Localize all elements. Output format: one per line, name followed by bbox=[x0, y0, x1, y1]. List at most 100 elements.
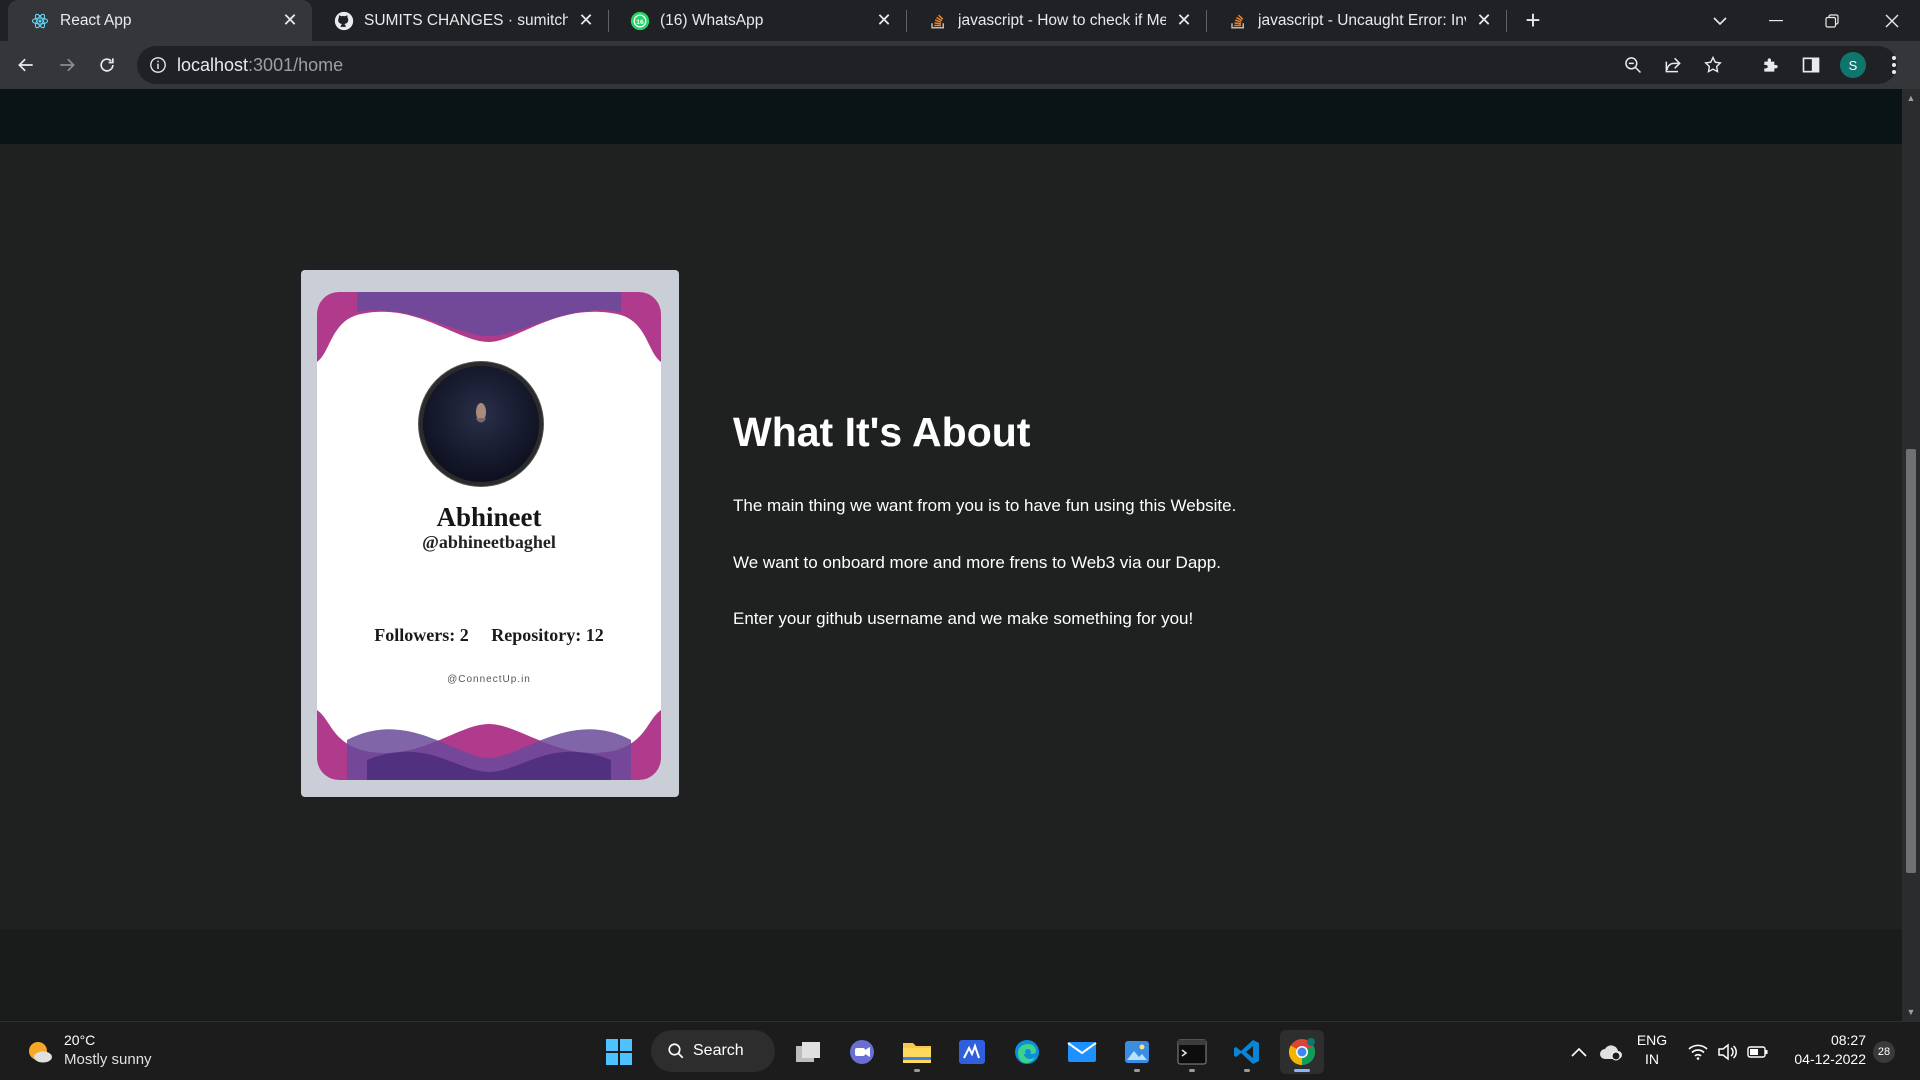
terminal-button[interactable] bbox=[1170, 1030, 1214, 1074]
running-indicator bbox=[1189, 1069, 1195, 1072]
close-tab-icon[interactable]: ✕ bbox=[1474, 10, 1494, 31]
wifi-icon bbox=[1688, 1044, 1708, 1060]
zoom-button[interactable] bbox=[1617, 49, 1649, 81]
about-paragraph: Enter your github username and we make s… bbox=[733, 609, 1194, 628]
edge-icon bbox=[1015, 1040, 1039, 1064]
github-icon bbox=[334, 11, 354, 31]
terminal-icon bbox=[1177, 1039, 1207, 1065]
profile-card-frame: Abhineet @abhineetbaghel Followers: 2 Re… bbox=[301, 270, 679, 797]
mail-icon bbox=[1067, 1042, 1097, 1062]
weather-sunny-icon bbox=[29, 1042, 52, 1063]
scroll-down-icon[interactable]: ▼ bbox=[1906, 1007, 1916, 1017]
share-button[interactable] bbox=[1657, 49, 1689, 81]
tab-title: javascript - How to check if Meta bbox=[958, 11, 1166, 29]
svg-text:16: 16 bbox=[636, 18, 644, 25]
extensions-button[interactable] bbox=[1755, 49, 1787, 81]
language-code: ENG bbox=[1636, 1032, 1668, 1048]
close-icon bbox=[1885, 14, 1899, 27]
close-tab-icon[interactable]: ✕ bbox=[874, 10, 894, 31]
page-scrollbar[interactable]: ▲ ▼ bbox=[1902, 89, 1920, 1021]
tab-search-button[interactable] bbox=[1692, 0, 1748, 41]
start-button[interactable] bbox=[597, 1030, 641, 1074]
tab-stackoverflow-meta[interactable]: javascript - How to check if Meta ✕ bbox=[906, 0, 1206, 41]
bookmark-button[interactable] bbox=[1697, 49, 1729, 81]
card-name: Abhineet bbox=[436, 502, 542, 532]
share-icon bbox=[1665, 57, 1681, 73]
file-explorer-button[interactable] bbox=[895, 1030, 939, 1074]
chrome-button[interactable] bbox=[1280, 1030, 1324, 1074]
edge-button[interactable] bbox=[1005, 1030, 1049, 1074]
close-tab-icon[interactable]: ✕ bbox=[1174, 10, 1194, 31]
about-title: What It's About bbox=[733, 409, 1031, 455]
tab-github[interactable]: SUMITS CHANGES · sumitchoudh ✕ bbox=[312, 0, 608, 41]
pen-app-icon bbox=[959, 1040, 985, 1064]
scroll-thumb[interactable] bbox=[1906, 449, 1916, 873]
tray-overflow-button[interactable] bbox=[1567, 1030, 1591, 1074]
tab-strip: React App ✕ SUMITS CHANGES · sumitchoudh… bbox=[0, 0, 1920, 41]
battery-button[interactable] bbox=[1745, 1030, 1771, 1074]
forward-button[interactable] bbox=[51, 49, 83, 81]
tab-title: React App bbox=[60, 11, 132, 29]
back-button[interactable] bbox=[10, 49, 42, 81]
close-window-button[interactable] bbox=[1864, 0, 1920, 41]
profile-avatar[interactable]: S bbox=[1840, 52, 1866, 78]
url-path: :3001/home bbox=[248, 55, 344, 75]
folder-icon bbox=[903, 1043, 931, 1063]
card-handle: @abhineetbaghel bbox=[422, 532, 556, 552]
weather-temp: 20°C bbox=[64, 1032, 96, 1048]
react-icon bbox=[30, 11, 50, 31]
side-panel-button[interactable] bbox=[1795, 49, 1827, 81]
menu-button[interactable] bbox=[1878, 49, 1910, 81]
chat-icon bbox=[850, 1040, 874, 1064]
running-indicator bbox=[1244, 1069, 1250, 1072]
battery-icon bbox=[1747, 1046, 1768, 1058]
running-indicator bbox=[914, 1069, 920, 1072]
taskbar-search-label: Search bbox=[693, 1042, 744, 1059]
web-page: Abhineet @abhineetbaghel Followers: 2 Re… bbox=[0, 89, 1902, 1021]
new-tab-button[interactable]: + bbox=[1520, 7, 1546, 34]
tab-title: javascript - Uncaught Error: Invar bbox=[1258, 11, 1466, 29]
tab-separator bbox=[1506, 10, 1507, 32]
search-icon bbox=[668, 1043, 684, 1059]
card-bottom-wave bbox=[317, 710, 661, 780]
task-view-icon bbox=[796, 1042, 820, 1062]
task-view-button[interactable] bbox=[786, 1030, 830, 1074]
taskbar-search[interactable]: Search bbox=[651, 1030, 775, 1072]
arrow-left-icon bbox=[18, 58, 33, 72]
running-indicator bbox=[1134, 1069, 1140, 1072]
restore-button[interactable] bbox=[1804, 0, 1860, 41]
volume-button[interactable] bbox=[1715, 1030, 1739, 1074]
vscode-button[interactable] bbox=[1225, 1030, 1269, 1074]
weather-desc: Mostly sunny bbox=[64, 1051, 152, 1068]
close-tab-icon[interactable]: ✕ bbox=[280, 10, 300, 31]
minimize-button[interactable] bbox=[1748, 0, 1804, 41]
tab-react-app[interactable]: React App ✕ bbox=[8, 0, 312, 41]
wifi-button[interactable] bbox=[1686, 1030, 1710, 1074]
page-footer-strip bbox=[0, 929, 1902, 1021]
windows-logo-icon bbox=[606, 1039, 632, 1065]
mail-button[interactable] bbox=[1060, 1030, 1104, 1074]
url-host: localhost bbox=[177, 55, 249, 75]
kebab-menu-icon bbox=[1892, 56, 1896, 74]
arrow-right-icon bbox=[60, 58, 75, 72]
site-info-icon[interactable] bbox=[149, 56, 167, 74]
tab-title: SUMITS CHANGES · sumitchoudh bbox=[364, 11, 568, 29]
chrome-icon bbox=[1288, 1038, 1316, 1066]
photos-button[interactable] bbox=[1115, 1030, 1159, 1074]
tab-whatsapp[interactable]: 16 (16) WhatsApp ✕ bbox=[608, 0, 906, 41]
whatsapp-icon: 16 bbox=[630, 11, 650, 31]
scroll-up-icon[interactable]: ▲ bbox=[1906, 93, 1916, 103]
card-top-wave bbox=[317, 292, 661, 362]
tab-stackoverflow-invariant[interactable]: javascript - Uncaught Error: Invar ✕ bbox=[1206, 0, 1506, 41]
address-bar[interactable]: localhost:3001/home bbox=[137, 46, 1897, 84]
reload-button[interactable] bbox=[91, 49, 123, 81]
pen-app-button[interactable] bbox=[950, 1030, 994, 1074]
vscode-icon bbox=[1234, 1040, 1259, 1064]
onedrive-button[interactable] bbox=[1596, 1030, 1626, 1074]
windows-taskbar: 20°C Mostly sunny Search ENG IN 08:27 04… bbox=[0, 1021, 1920, 1080]
teams-chat-button[interactable] bbox=[840, 1030, 884, 1074]
stackoverflow-icon bbox=[928, 11, 948, 31]
close-tab-icon[interactable]: ✕ bbox=[576, 10, 596, 31]
notification-badge[interactable]: 28 bbox=[1873, 1041, 1895, 1063]
url-text[interactable]: localhost:3001/home bbox=[177, 55, 343, 76]
